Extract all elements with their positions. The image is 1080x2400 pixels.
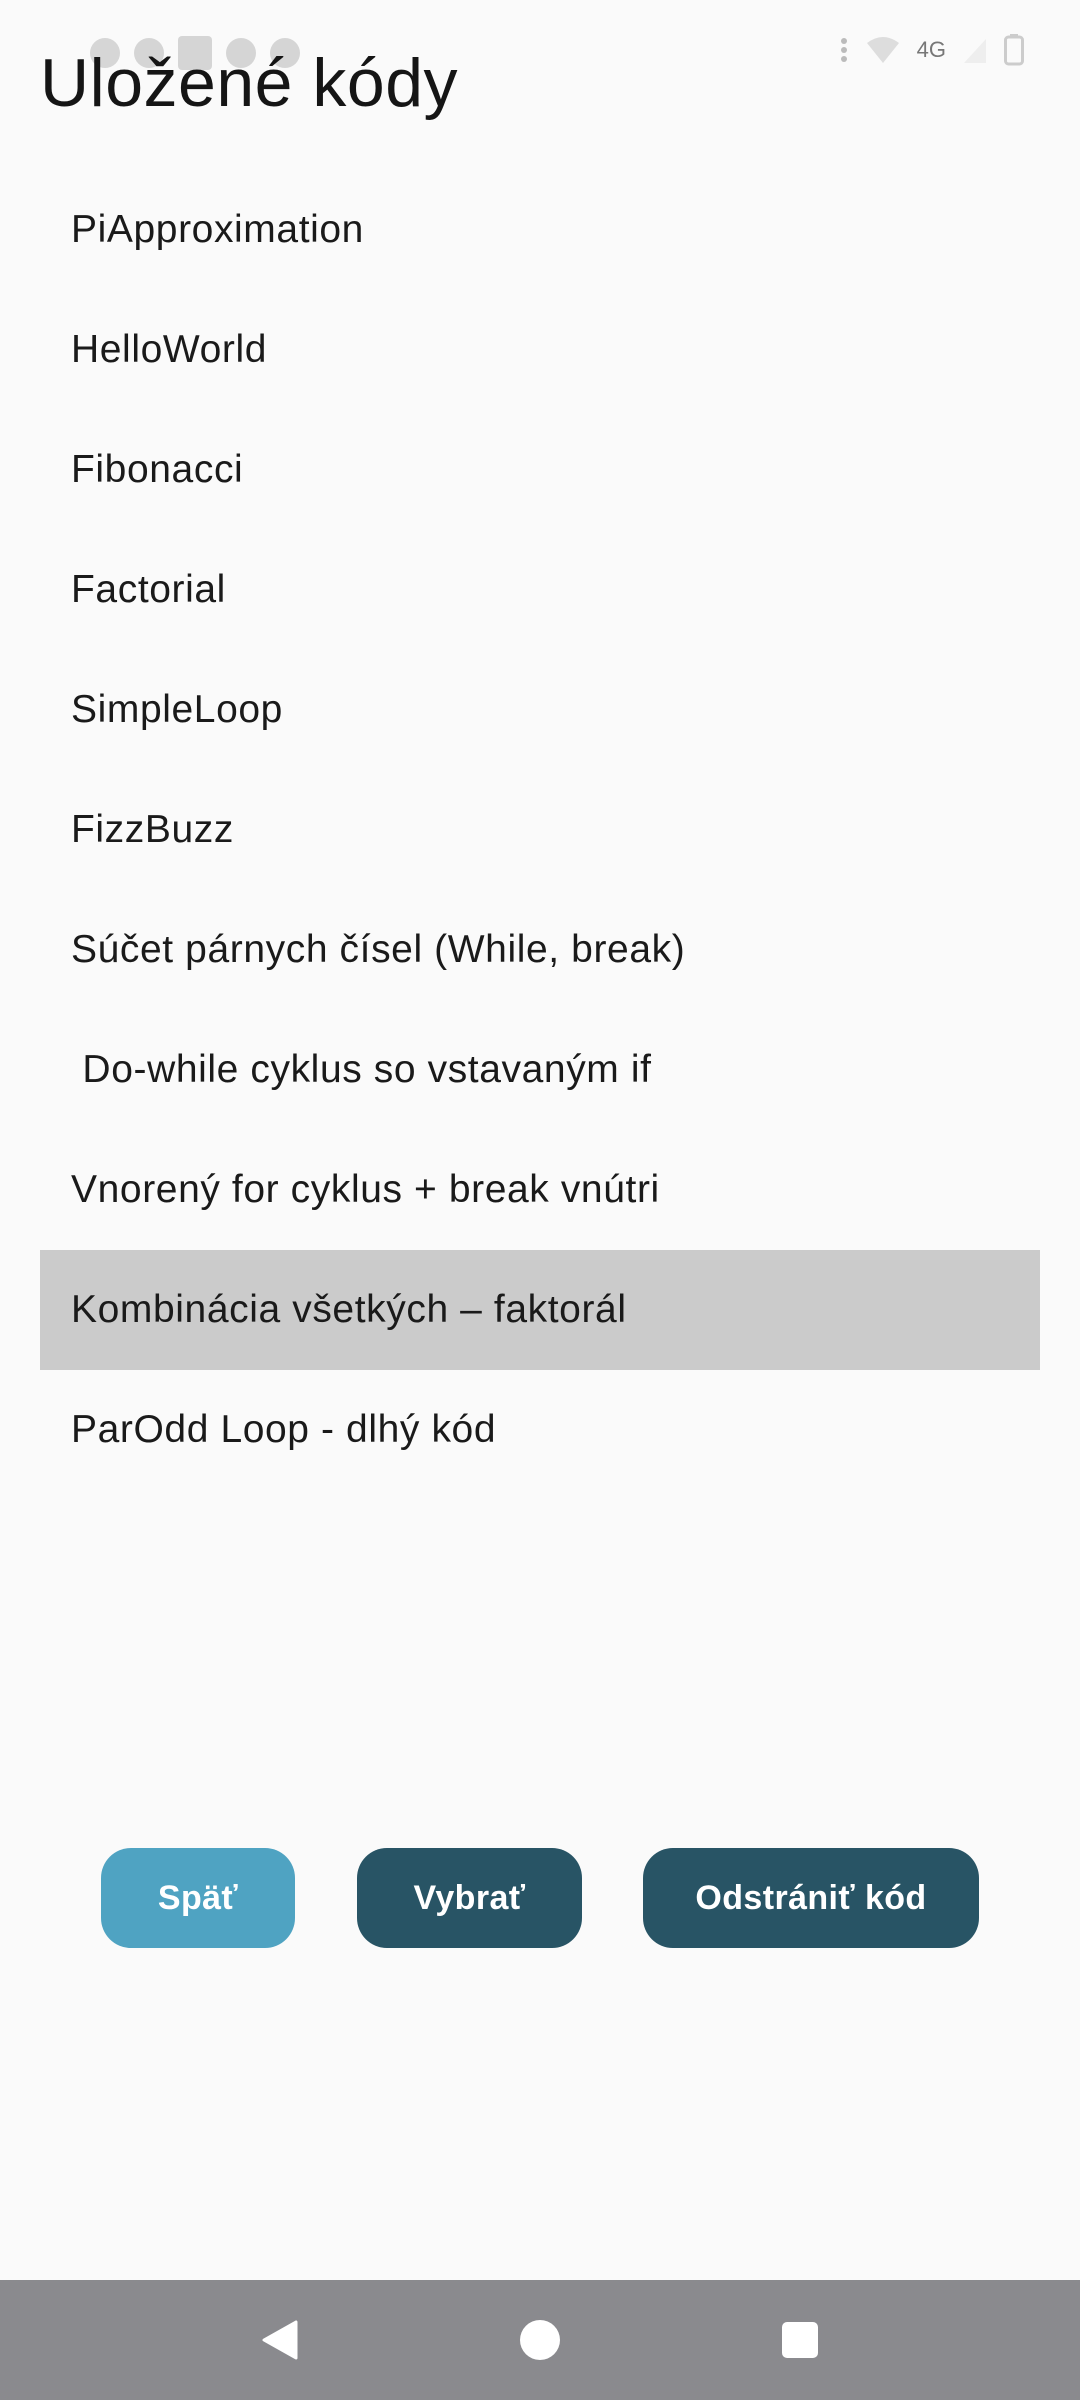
code-list-item[interactable]: Vnorený for cyklus + break vnútri	[40, 1130, 1040, 1250]
network-type-label: 4G	[916, 37, 946, 62]
wifi-icon	[865, 35, 901, 65]
recents-icon[interactable]	[776, 2316, 824, 2364]
code-list-item[interactable]: PiApproximation	[40, 170, 1040, 290]
navigation-bar	[0, 2280, 1080, 2400]
code-list-item[interactable]: Fibonacci	[40, 410, 1040, 530]
code-list-item[interactable]: Súčet párnych čísel (While, break)	[40, 890, 1040, 1010]
code-list-item[interactable]: Factorial	[40, 530, 1040, 650]
code-list-item[interactable]: ParOdd Loop - dlhý kód	[40, 1370, 1040, 1490]
back-button[interactable]: Späť	[101, 1848, 295, 1948]
code-list-item[interactable]: HelloWorld	[40, 290, 1040, 410]
battery-icon	[1004, 34, 1024, 66]
saved-codes-list: PiApproximation HelloWorld Fibonacci Factor…	[40, 170, 1040, 1490]
signal-icon	[839, 35, 849, 65]
back-icon[interactable]	[256, 2316, 304, 2364]
select-button[interactable]: Vybrať	[357, 1848, 582, 1948]
delete-code-button[interactable]: Odstrániť kód	[643, 1848, 979, 1948]
code-list-item[interactable]: SimpleLoop	[40, 650, 1040, 770]
code-list-item[interactable]: Do-while cyklus so vstavaným if	[40, 1010, 1040, 1130]
cell-signal-icon	[962, 35, 988, 65]
code-list-item[interactable]: FizzBuzz	[40, 770, 1040, 890]
status-indicators: 4G	[839, 34, 1024, 66]
screen: 4G Uložené kódy PiApproximation HelloWorl…	[0, 0, 1080, 2400]
page-title: Uložené kódy	[40, 45, 459, 121]
home-icon[interactable]	[516, 2316, 564, 2364]
code-list-item[interactable]: Kombinácia všetkých – faktorál	[40, 1250, 1040, 1370]
